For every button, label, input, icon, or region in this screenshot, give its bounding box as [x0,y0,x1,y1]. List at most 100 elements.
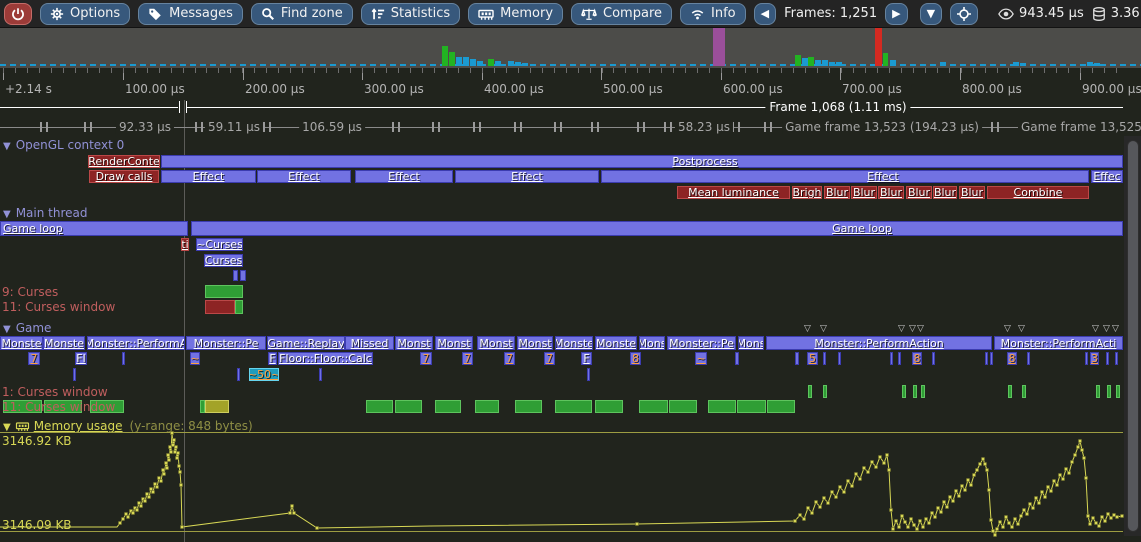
lock-row-label[interactable]: 11: Curses window [2,400,115,414]
timeline-zone[interactable]: Monster::PerformAction [766,336,992,350]
timeline-zone[interactable]: RenderConte [88,155,160,168]
timeline-zone[interactable] [475,400,499,413]
toolbar-button-find-zone[interactable]: Find zone [251,3,353,25]
timeline-zone[interactable] [205,300,235,314]
timeline-zone[interactable] [898,352,901,365]
timeline-zone[interactable] [1085,352,1088,365]
timeline-zone[interactable]: F [268,352,277,365]
timeline-zone[interactable]: Monst [435,336,473,350]
timeline-zone[interactable]: Mons [738,336,764,350]
histogram-bar[interactable] [829,62,835,66]
timeline-zone[interactable]: Curses [204,254,243,267]
timeline-zone[interactable]: Missed [345,336,394,350]
lock-row-label[interactable]: 1: Curses window [2,385,108,399]
timeline-zone[interactable] [205,285,243,298]
timeline-zone[interactable]: 7 [462,352,473,365]
timeline-zone[interactable] [985,352,988,365]
timeline-zone[interactable] [1107,385,1111,398]
timeline-zone[interactable] [191,221,1123,236]
timeline-zone[interactable] [587,368,590,381]
timeline-zone[interactable]: F [581,352,592,365]
histogram-bar[interactable] [713,28,725,66]
timeline-zone[interactable]: Monster::Pe [186,336,266,350]
timeline-zone[interactable] [737,400,766,413]
next-frame-button[interactable]: ▶ [885,3,907,25]
histogram-bar[interactable] [815,60,821,66]
timeline-zone[interactable] [932,352,935,365]
timeline-zone[interactable] [435,400,461,413]
histogram-bar[interactable] [522,63,528,66]
timeline-zone[interactable]: ~ [695,352,707,365]
timeline-zone[interactable]: 8 [912,352,922,365]
histogram-bar[interactable] [1087,62,1093,66]
timeline-zone[interactable] [1096,385,1100,398]
prev-frame-button[interactable]: ◀ [754,3,776,25]
timeline-zone[interactable] [237,368,240,381]
toolbar-button-info[interactable]: Info [680,3,746,25]
timeline-zone[interactable] [73,368,76,381]
timeline-zone[interactable]: Floor::Floor::Calc [278,352,373,365]
timeline-zone[interactable]: ti [181,238,189,251]
histogram-bar[interactable] [515,62,521,66]
timeline-zone[interactable] [395,400,422,413]
section-header-opengl-context-0[interactable]: ▼OpenGL context 0 [3,138,124,152]
game-frame-label[interactable]: Game frame 13,525 ( [1018,120,1141,134]
timeline-zone[interactable] [1027,352,1030,365]
timeline-zone[interactable]: Draw calls [89,170,159,183]
timeline-zone[interactable]: Effect [161,170,256,183]
timeline-zone[interactable]: Blur [851,186,877,199]
timeline-zone[interactable]: Monster::PerformA [87,336,185,350]
histogram-bar[interactable] [449,52,455,66]
timeline-zone[interactable] [1116,385,1120,398]
power-button[interactable] [4,3,32,25]
timeline-zone[interactable]: Monst [477,336,515,350]
collapse-icon[interactable]: ▼ [3,209,11,220]
histogram-bar[interactable] [463,57,469,66]
histogram-bar[interactable] [883,53,888,66]
histogram-bar[interactable] [1020,63,1026,66]
timeline-zone[interactable] [122,352,125,365]
timeline-zone[interactable]: Monster::PerformActi [994,336,1123,350]
section-header-main-thread[interactable]: ▼Main thread [3,206,88,220]
timeline-zone[interactable]: 7 [420,352,432,365]
toolbar-button-statistics[interactable]: Statistics [361,3,460,25]
timeline-zone[interactable]: Combine [987,186,1089,199]
timeline-zone[interactable] [890,352,893,365]
histogram-bar[interactable] [795,55,801,66]
histogram-bar[interactable] [836,62,842,66]
memory-usage-plot[interactable] [0,428,1141,540]
timeline-zone[interactable] [808,385,812,398]
timeline-zone[interactable] [795,352,799,365]
toolbar-button-compare[interactable]: Compare [571,3,672,25]
histogram-bar[interactable] [890,60,896,66]
timeline-zone[interactable] [990,352,993,365]
toolbar-button-messages[interactable]: Messages [138,3,243,25]
section-header-game[interactable]: ▼Game [3,321,51,335]
timeline-zone[interactable]: Effect [455,170,599,183]
toolbar-button-memory[interactable]: Memory [468,3,563,25]
histogram-bar[interactable] [456,57,462,66]
timeline-zone[interactable]: Game::Replay [267,336,345,350]
timeline-zone[interactable]: Monste [43,336,85,350]
lock-row-label[interactable]: 9: Curses [2,285,58,299]
histogram-bar[interactable] [488,59,494,66]
timeline-zone[interactable] [235,300,243,314]
timeline-zone[interactable]: Fl [75,352,87,365]
timeline-zone[interactable]: 3 [1090,352,1099,365]
timeline-zone[interactable]: Blur [959,186,985,199]
timeline-zone[interactable] [240,270,246,281]
game-frame-label[interactable]: 92.33 µs [116,120,174,134]
timeline-zone[interactable]: Mean luminance [677,186,790,199]
timeline-zone[interactable] [1022,385,1026,398]
timeline-zone[interactable]: Game loop [0,221,188,236]
timeline-zone[interactable] [735,352,739,365]
focus-frame-button[interactable] [950,3,978,25]
timeline-zone[interactable] [319,368,322,381]
timeline-zone[interactable]: 8 [1007,352,1017,365]
timeline-zone[interactable]: ~ [190,352,200,365]
toolbar-button-options[interactable]: Options [40,3,130,25]
timeline-zone[interactable]: 7 [28,352,40,365]
collapse-icon[interactable]: ▼ [3,141,11,152]
histogram-bar[interactable] [470,59,476,66]
frame-histogram[interactable] [0,28,1141,68]
